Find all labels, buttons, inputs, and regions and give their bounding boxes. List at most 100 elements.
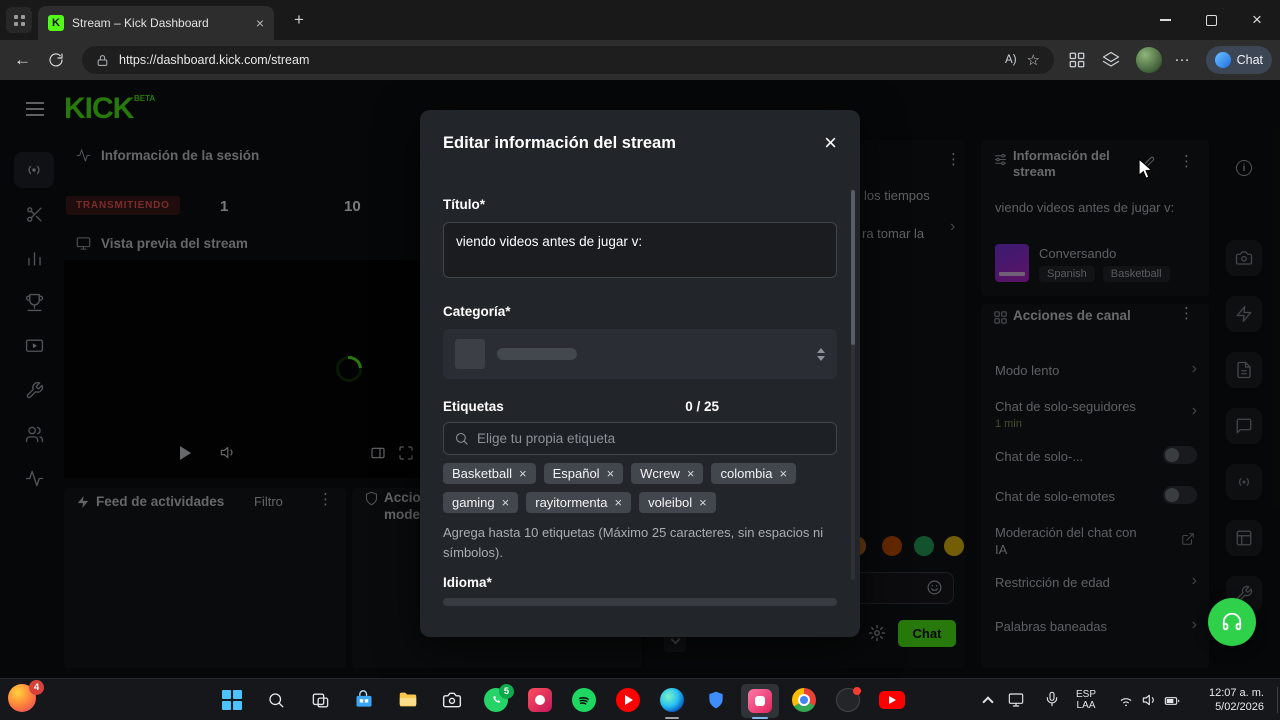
tags-counter: 0 / 25 [685,399,719,414]
notification-badge: 4 [29,680,44,695]
store-icon [356,690,372,707]
wifi-icon[interactable] [1118,692,1134,708]
remove-tag-icon[interactable]: × [780,467,788,480]
category-thumbnail-placeholder [455,339,485,369]
tag-chip[interactable]: voleibol × [639,492,716,513]
category-name-placeholder [497,348,577,360]
extension-icon[interactable] [1068,51,1086,69]
remove-tag-icon[interactable]: × [519,467,527,480]
taskbar-widget-icon[interactable]: 4 [8,680,44,714]
start-button[interactable] [210,680,254,720]
tags-helper-text: Agrega hasta 10 etiquetas (Máximo 25 car… [443,525,824,560]
remove-tag-icon[interactable]: × [614,496,622,509]
tag-search-box[interactable] [443,422,837,455]
mouse-cursor [1138,158,1154,180]
security-app-button[interactable] [694,680,738,720]
tag-chip[interactable]: Basketball × [443,463,536,484]
task-view-button[interactable] [298,680,342,720]
youtube-button[interactable] [870,680,914,720]
tag-chip[interactable]: Español × [543,463,624,484]
tab-title: Stream – Kick Dashboard [72,16,209,30]
volume-icon[interactable] [1142,692,1158,708]
shield-icon [709,691,723,709]
language-select-placeholder [443,598,837,606]
title-field-label: Título* [443,197,485,212]
taskbar-pinned-apps: 5 [210,680,914,720]
lock-icon [97,54,108,66]
language-indicator[interactable]: ESP LAA [1070,689,1102,711]
language-field-label: Idioma* [443,575,492,590]
modal-title: Editar información del stream [443,134,676,152]
copilot-chat-button[interactable]: Chat [1206,46,1272,74]
music-app-button[interactable] [826,680,870,720]
task-view-icon [312,692,328,708]
youtube-music-button[interactable] [606,680,650,720]
category-select[interactable] [443,329,837,379]
remove-tag-icon[interactable]: × [687,467,695,480]
address-bar[interactable]: https://dashboard.kick.com/stream A) ☆ [82,46,1054,74]
folder-icon [399,692,417,707]
category-field-label: Categoría* [443,304,511,319]
browser-toolbar: ← https://dashboard.kick.com/stream A) ☆… [0,40,1280,80]
microsoft-store-button[interactable] [342,680,386,720]
browser-menu-icon[interactable]: … [1174,48,1190,66]
kick-favicon: K [48,15,64,31]
remove-tag-icon[interactable]: × [502,496,510,509]
remove-tag-icon[interactable]: × [699,496,707,509]
battery-icon[interactable] [1164,693,1180,709]
maximize-button[interactable] [1188,0,1234,40]
tray-overflow-chevron-icon[interactable] [982,696,994,708]
copilot-icon [1215,52,1231,68]
refresh-button[interactable] [48,52,64,68]
support-chat-button[interactable] [1208,598,1256,646]
active-app-button[interactable] [738,680,782,720]
clock-time: 12:07 a. m. [1208,687,1264,699]
tab-close-icon[interactable]: × [256,16,264,30]
taskbar-search-button[interactable] [254,680,298,720]
window-close-button[interactable]: × [1234,0,1280,40]
whatsapp-button[interactable]: 5 [474,680,518,720]
headset-icon [1222,612,1242,631]
profile-avatar[interactable] [1136,47,1162,73]
tag-chip[interactable]: rayitormenta × [526,492,632,513]
read-aloud-icon[interactable]: A) [1005,54,1017,66]
select-stepper-icon[interactable] [817,347,825,361]
collections-icon[interactable] [1102,51,1120,69]
show-desktop-divider[interactable] [1277,687,1278,713]
file-explorer-button[interactable] [386,680,430,720]
new-tab-button[interactable]: + [288,9,310,31]
tag-chip[interactable]: gaming × [443,492,519,513]
spotify-button[interactable] [562,680,606,720]
tag-chip[interactable]: Wcrew × [631,463,704,484]
media-app-button[interactable] [518,680,562,720]
modal-scrollbar-thumb[interactable] [851,190,855,345]
minimize-button[interactable] [1142,0,1188,40]
edge-browser-button[interactable] [650,680,694,720]
tag-chip[interactable]: colombia × [711,463,797,484]
tab-actions-menu-button[interactable] [6,7,32,33]
taskbar: 4 5 ESP LAA 12:07 a. m. 5/02/2026 [0,678,1280,720]
modal-close-icon[interactable]: × [824,132,837,154]
cast-screen-icon[interactable] [1008,692,1024,708]
notification-dot [853,687,861,695]
tag-chip-list: Basketball × Español × Wcrew × colombia × ga… [443,463,803,513]
stream-title-input[interactable]: viendo videos antes de jugar v: [443,222,837,278]
camera-app-button[interactable] [430,680,474,720]
tags-field-label: Etiquetas [443,399,504,414]
camera-icon [442,692,462,708]
remove-tag-icon[interactable]: × [607,467,615,480]
tag-search-input[interactable] [477,431,826,446]
taskbar-clock[interactable]: 12:07 a. m. 5/02/2026 [1209,686,1264,714]
spotify-icon [579,697,589,705]
url-text: https://dashboard.kick.com/stream [119,53,310,67]
clock-date: 5/02/2026 [1215,701,1264,713]
back-button[interactable]: ← [14,50,31,70]
browser-titlebar: K Stream – Kick Dashboard × + × [0,0,1280,40]
chrome-button[interactable] [782,680,826,720]
search-icon [269,693,284,708]
kick-dashboard-page: KICK BETA [0,80,1280,678]
notification-badge: 5 [499,684,514,699]
microphone-icon[interactable] [1044,691,1060,707]
favorite-star-icon[interactable]: ☆ [1027,51,1040,69]
browser-tab[interactable]: K Stream – Kick Dashboard × [38,6,274,40]
